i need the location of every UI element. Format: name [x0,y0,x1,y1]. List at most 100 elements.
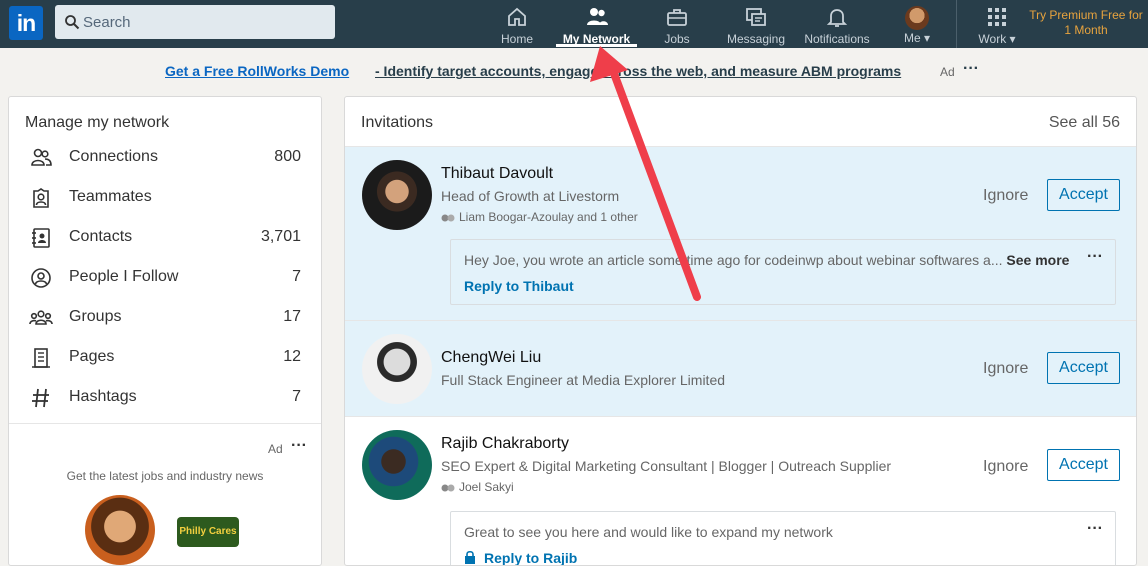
ad-options-button[interactable]: ··· [963,60,979,78]
manage-item-groups[interactable]: Groups 17 [9,297,321,337]
try-premium-link[interactable]: Try Premium Free for 1 Month [1028,8,1144,38]
invitation-item: Rajib Chakraborty SEO Expert & Digital M… [345,417,1136,565]
lock-icon [465,550,475,564]
pages-icon [32,348,50,368]
accept-button[interactable]: Accept [1047,449,1120,481]
nav-my-network[interactable]: My Network [556,0,637,48]
connections-icon [31,148,52,166]
ignore-button[interactable]: Ignore [983,360,1028,378]
profile-photo[interactable] [362,334,432,404]
my-network-icon [586,8,608,25]
nav-jobs-label: Jobs [664,32,690,46]
manage-item-people-follow[interactable]: People I Follow 7 [9,257,321,297]
search-icon [65,15,80,30]
search-input[interactable]: Search [55,5,335,39]
nav-work-label: Work ▾ [978,32,1016,46]
invitation-message-text: Hey Joe, you wrote an article some time … [464,252,1070,268]
invitation-name[interactable]: Thibaut Davoult [441,165,553,183]
search-placeholder: Search [83,14,131,31]
invitations-header: Invitations See all 56 [345,97,1136,147]
bell-icon [826,9,848,27]
manage-item-connections[interactable]: Connections 800 [9,137,321,177]
mutual-connections-icon [441,484,455,492]
manage-item-count: 17 [283,308,301,325]
manage-item-label: Contacts [69,228,133,245]
profile-photo[interactable] [362,160,432,230]
manage-item-label: Hashtags [69,388,137,405]
manage-item-count: 7 [292,388,301,405]
avatar[interactable] [905,6,929,30]
message-options-button[interactable]: ··· [1087,248,1103,266]
linkedin-logo[interactable]: in [9,6,43,40]
sidebar-ad-avatar [85,495,155,565]
groups-icon [29,310,53,325]
accept-button[interactable]: Accept [1047,352,1120,384]
contacts-icon [32,228,50,248]
message-options-button[interactable]: ··· [1087,520,1103,538]
ad-tag: Ad [940,65,955,79]
manage-item-count: 7 [292,268,301,285]
invitation-name[interactable]: ChengWei Liu [441,349,541,367]
invitation-item: Thibaut Davoult Head of Growth at Livest… [345,147,1136,321]
sidebar-ad-options-button[interactable]: ··· [291,437,307,455]
invitation-headline: SEO Expert & Digital Marketing Consultan… [441,458,892,474]
invitation-headline: Full Stack Engineer at Media Explorer Li… [441,372,726,388]
ad-text[interactable]: - Identify target accounts, engage acros… [375,63,901,79]
reply-link[interactable]: Reply to Rajib [484,550,577,565]
mutual-connections[interactable]: Liam Boogar-Azoulay and 1 other [441,210,638,224]
teammates-icon [33,188,49,208]
manage-item-pages[interactable]: Pages 12 [9,337,321,377]
messaging-icon [746,8,766,26]
nav-jobs[interactable]: Jobs [660,0,694,48]
invitation-item: ChengWei Liu Full Stack Engineer at Medi… [345,321,1136,417]
nav-messaging[interactable]: Messaging [726,0,786,48]
manage-item-count: 12 [283,348,301,365]
nav-notifications[interactable]: Notifications [802,0,872,48]
manage-item-contacts[interactable]: Contacts 3,701 [9,217,321,257]
invitations-card: Invitations See all 56 Thibaut Davoult H… [344,96,1137,566]
nav-home[interactable]: Home [496,0,538,48]
ignore-button[interactable]: Ignore [983,187,1028,205]
nav-divider [956,0,957,48]
active-tab-indicator [556,44,637,47]
invitation-name[interactable]: Rajib Chakraborty [441,435,569,453]
nav-work[interactable]: Work ▾ [970,0,1024,48]
hashtag-icon [32,388,49,408]
ignore-button[interactable]: Ignore [983,458,1028,476]
manage-item-label: Pages [69,348,115,365]
manage-network-title: Manage my network [25,114,170,131]
grid-apps-icon [988,8,1006,26]
reply-link[interactable]: Reply to Thibaut [464,278,574,294]
ad-link[interactable]: Get a Free RollWorks Demo [165,63,349,79]
nav-home-label: Home [500,32,533,46]
see-more-link[interactable]: See more [1006,252,1069,268]
sidebar-ad-tag: Ad [268,442,283,456]
manage-network-card: Manage my network Connections 800 Teamma… [8,96,322,566]
people-follow-icon [31,268,51,288]
manage-item-label: Groups [69,308,122,325]
manage-item-label: People I Follow [69,268,179,285]
manage-item-hashtags[interactable]: Hashtags 7 [9,377,321,417]
see-all-invitations-link[interactable]: See all 56 [1049,114,1120,132]
invitation-message-text: Great to see you here and would like to … [464,524,833,540]
mutual-connections-icon [441,214,455,222]
nav-me-label: Me ▾ [903,31,931,45]
manage-item-count: 800 [274,148,301,165]
briefcase-icon [667,9,687,26]
invitation-message: Hey Joe, you wrote an article some time … [450,239,1116,305]
profile-photo[interactable] [362,430,432,500]
ad-banner: Get a Free RollWorks Demo - Identify tar… [0,60,1148,84]
mutual-connections[interactable]: Joel Sakyi [441,480,514,494]
manage-item-label: Connections [69,148,158,165]
manage-item-label: Teammates [69,188,152,205]
invitation-headline: Head of Growth at Livestorm [441,188,620,204]
manage-item-teammates[interactable]: Teammates [9,177,321,217]
home-icon [508,7,526,26]
nav-notifications-label: Notifications [804,32,870,46]
nav-messaging-label: Messaging [726,32,786,46]
invitations-title: Invitations [361,114,434,131]
sidebar-ad-logo[interactable]: Philly Cares [177,517,239,547]
accept-button[interactable]: Accept [1047,179,1120,211]
manage-item-count: 3,701 [260,228,301,245]
card-divider [9,423,321,424]
